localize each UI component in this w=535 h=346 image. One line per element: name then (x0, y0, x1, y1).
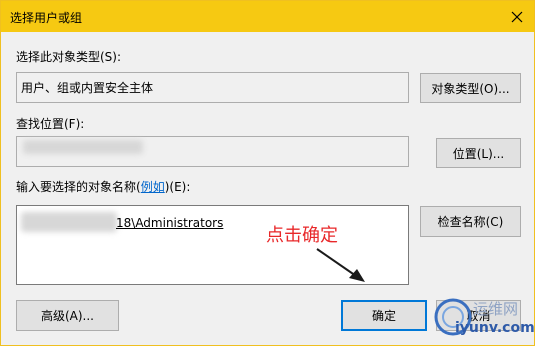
location-label: 查找位置(F): (16, 117, 85, 131)
object-type-value: 用户、组或内置安全主体 (21, 81, 154, 95)
redacted-computer-name (21, 212, 117, 232)
watermark-text-cn: 运维网 (473, 300, 519, 318)
object-type-field: 用户、组或内置安全主体 (16, 72, 409, 103)
object-type-label: 选择此对象类型(S): (16, 50, 122, 64)
close-icon (511, 11, 523, 22)
annotation-text: 点击确定 (266, 225, 338, 246)
object-types-button[interactable]: 对象类型(O)... (420, 73, 521, 103)
site-watermark: 运维网 iyunv.com (433, 294, 535, 344)
dialog-title: 选择用户或组 (10, 11, 83, 25)
check-names-button[interactable]: 检查名称(C) (420, 206, 521, 237)
examples-link[interactable]: 例如 (141, 180, 165, 194)
object-names-label-prefix: 输入要选择的对象名称( (16, 180, 141, 194)
object-names-value: 18\Administrators (116, 216, 224, 230)
advanced-button[interactable]: 高级(A)... (16, 300, 119, 331)
close-button[interactable] (500, 1, 534, 32)
location-field (16, 136, 409, 167)
ok-button[interactable]: 确定 (341, 300, 427, 331)
locations-button[interactable]: 位置(L)... (436, 138, 521, 168)
title-bar[interactable]: 选择用户或组 (1, 1, 534, 32)
redacted-location (23, 140, 143, 154)
watermark-text-domain: iyunv.com (455, 320, 535, 336)
object-names-label: 输入要选择的对象名称(例如)(E): (16, 178, 190, 195)
select-users-or-groups-dialog: 选择用户或组 选择此对象类型(S): 用户、组或内置安全主体 对象类型(O)..… (0, 0, 535, 346)
annotation-arrow-icon (316, 248, 365, 282)
object-names-label-suffix: )(E): (164, 180, 191, 194)
